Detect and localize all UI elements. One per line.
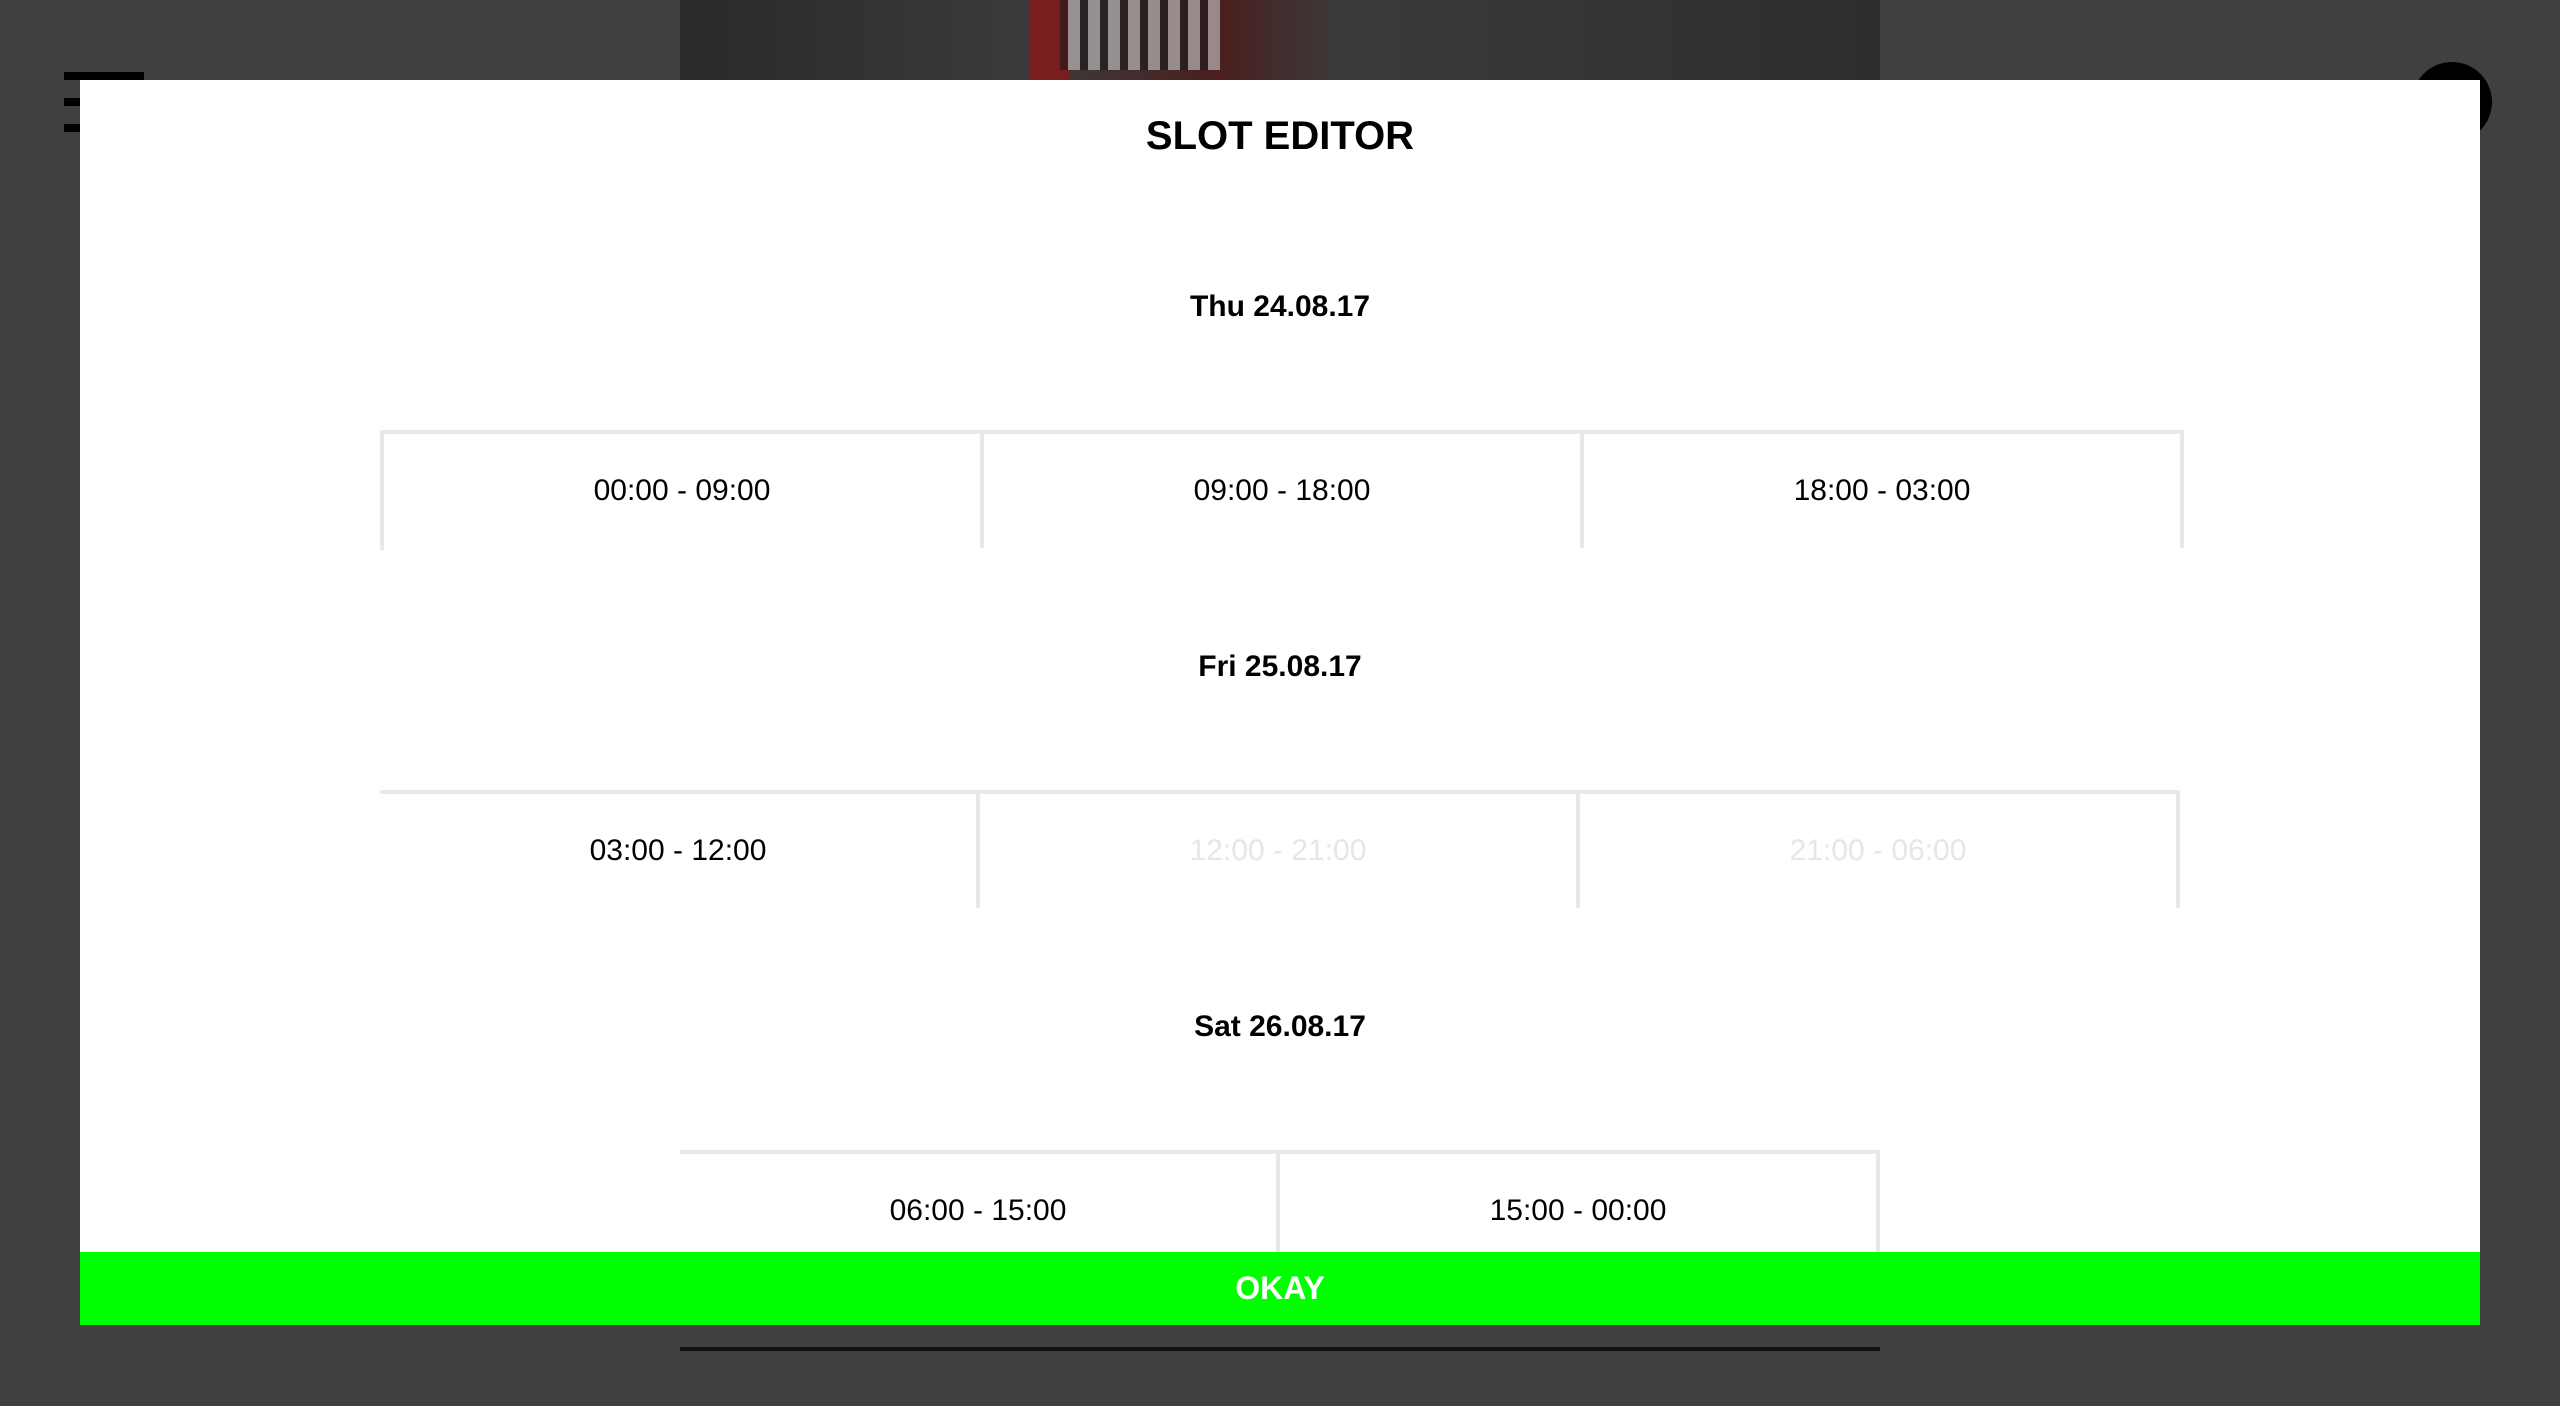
background-divider bbox=[680, 1347, 1880, 1351]
slot-button[interactable]: 09:00 - 18:00 bbox=[984, 430, 1584, 548]
slot-button[interactable]: 06:00 - 15:00 bbox=[680, 1150, 1280, 1252]
day-label: Fri 25.08.17 bbox=[1198, 650, 1362, 683]
day-label: Sat 26.08.17 bbox=[1194, 1010, 1366, 1043]
modal-title: SLOT EDITOR bbox=[1145, 114, 1415, 158]
slot-button[interactable]: 15:00 - 00:00 bbox=[1280, 1150, 1880, 1252]
slot-list[interactable]: Thu 24.08.17 00:00 - 09:00 09:00 - 18:00… bbox=[80, 200, 2480, 1252]
artwork-keyboard bbox=[1060, 0, 1220, 70]
slot-button-disabled: 12:00 - 21:00 bbox=[980, 790, 1580, 908]
slot-row: 00:00 - 09:00 09:00 - 18:00 18:00 - 03:0… bbox=[380, 430, 2184, 550]
slot-editor-modal: SLOT EDITOR Thu 24.08.17 00:00 - 09:00 0… bbox=[80, 80, 2480, 1325]
okay-button[interactable]: OKAY bbox=[80, 1252, 2480, 1325]
slot-button[interactable]: 18:00 - 03:00 bbox=[1584, 430, 2184, 548]
day-label: Thu 24.08.17 bbox=[1189, 290, 1371, 323]
header-artwork-image bbox=[680, 0, 1880, 90]
day-block: Fri 25.08.17 03:00 - 12:00 12:00 - 21:00… bbox=[80, 560, 2480, 920]
slot-row: 06:00 - 15:00 15:00 - 00:00 bbox=[680, 1150, 1880, 1252]
day-block: Thu 24.08.17 00:00 - 09:00 09:00 - 18:00… bbox=[80, 200, 2480, 560]
slot-button[interactable]: 00:00 - 09:00 bbox=[384, 430, 984, 548]
slot-button-disabled: 21:00 - 06:00 bbox=[1580, 790, 2180, 908]
slot-button[interactable]: 03:00 - 12:00 bbox=[380, 790, 980, 908]
slot-row: 03:00 - 12:00 12:00 - 21:00 21:00 - 06:0… bbox=[380, 790, 2180, 910]
day-block: Sat 26.08.17 06:00 - 15:00 15:00 - 00:00 bbox=[80, 920, 2480, 1252]
